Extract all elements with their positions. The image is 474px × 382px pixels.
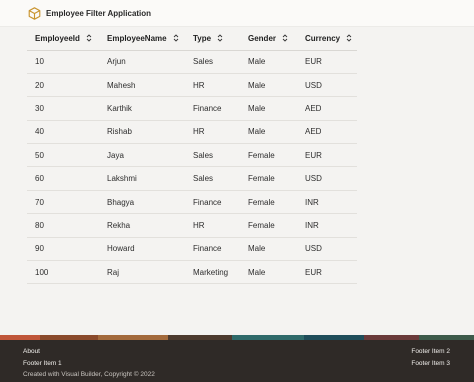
employee-table: EmployeeId EmployeeName Type Gender Curr… bbox=[27, 27, 357, 285]
cell-type: HR bbox=[185, 73, 240, 98]
cell-employee-id: 20 bbox=[27, 73, 99, 98]
sort-icon[interactable] bbox=[346, 34, 352, 42]
cell-employee-id: 80 bbox=[27, 213, 99, 238]
table-row[interactable]: 60 Lakshmi Sales Female USD bbox=[27, 166, 357, 191]
column-header-type[interactable]: Type bbox=[185, 27, 240, 51]
column-header-gender[interactable]: Gender bbox=[240, 27, 297, 51]
cell-gender: Female bbox=[240, 166, 297, 191]
cell-gender: Male bbox=[240, 96, 297, 121]
column-header-label: Currency bbox=[305, 33, 341, 43]
footer-link-item-3[interactable]: Footer Item 3 bbox=[411, 358, 450, 370]
cell-gender: Female bbox=[240, 143, 297, 168]
app-title: Employee Filter Application bbox=[46, 8, 152, 18]
table-row[interactable]: 90 Howard Finance Male USD bbox=[27, 237, 357, 262]
table-row[interactable]: 20 Mahesh HR Male USD bbox=[27, 73, 357, 98]
cell-employee-id: 30 bbox=[27, 96, 99, 121]
box-icon bbox=[28, 6, 41, 20]
cell-employee-id: 40 bbox=[27, 120, 99, 145]
cell-type: HR bbox=[185, 120, 240, 145]
sort-icon[interactable] bbox=[282, 34, 288, 42]
table-row[interactable]: 70 Bhagya Finance Female INR bbox=[27, 190, 357, 215]
cell-employee-id: 60 bbox=[27, 166, 99, 191]
cell-employee-name: Arjun bbox=[99, 50, 185, 74]
cell-currency: USD bbox=[297, 237, 357, 262]
cell-currency: EUR bbox=[297, 50, 357, 74]
sort-icon[interactable] bbox=[86, 34, 92, 42]
cell-type: Finance bbox=[185, 96, 240, 121]
footer-copyright: Created with Visual Builder, Copyright ©… bbox=[23, 371, 155, 378]
cell-gender: Male bbox=[240, 50, 297, 74]
cell-employee-name: Mahesh bbox=[99, 73, 185, 98]
cell-employee-name: Raj bbox=[99, 260, 185, 285]
column-header-employee-id[interactable]: EmployeeId bbox=[27, 27, 99, 51]
cell-employee-name: Lakshmi bbox=[99, 166, 185, 191]
footer-link-about[interactable]: About bbox=[23, 346, 155, 358]
table-row[interactable]: 50 Jaya Sales Female EUR bbox=[27, 143, 357, 168]
cell-type: Finance bbox=[185, 190, 240, 215]
table-row[interactable]: 30 Karthik Finance Male AED bbox=[27, 96, 357, 121]
column-header-label: EmployeeName bbox=[107, 33, 167, 43]
cell-gender: Male bbox=[240, 260, 297, 285]
footer-link-item-1[interactable]: Footer Item 1 bbox=[23, 358, 155, 370]
cell-gender: Female bbox=[240, 190, 297, 215]
cell-employee-name: Karthik bbox=[99, 96, 185, 121]
cell-currency: INR bbox=[297, 213, 357, 238]
cell-employee-id: 50 bbox=[27, 143, 99, 168]
sort-icon[interactable] bbox=[173, 34, 179, 42]
column-header-employee-name[interactable]: EmployeeName bbox=[99, 27, 185, 51]
cell-employee-name: Rekha bbox=[99, 213, 185, 238]
employee-table-container: EmployeeId EmployeeName Type Gender Curr… bbox=[27, 27, 357, 315]
cell-employee-name: Howard bbox=[99, 237, 185, 262]
cell-employee-id: 70 bbox=[27, 190, 99, 215]
cell-type: Finance bbox=[185, 237, 240, 262]
table-header-row: EmployeeId EmployeeName Type Gender Curr… bbox=[27, 27, 357, 51]
app-header: Employee Filter Application bbox=[0, 0, 474, 27]
table-row[interactable]: 10 Arjun Sales Male EUR bbox=[27, 50, 357, 74]
cell-type: Sales bbox=[185, 143, 240, 168]
cell-currency: AED bbox=[297, 120, 357, 145]
cell-gender: Male bbox=[240, 120, 297, 145]
cell-employee-name: Jaya bbox=[99, 143, 185, 168]
cell-type: HR bbox=[185, 213, 240, 238]
main-content: EmployeeId EmployeeName Type Gender Curr… bbox=[0, 27, 474, 335]
cell-currency: EUR bbox=[297, 260, 357, 285]
table-row[interactable]: 80 Rekha HR Female INR bbox=[27, 213, 357, 238]
cell-currency: USD bbox=[297, 73, 357, 98]
cell-gender: Male bbox=[240, 237, 297, 262]
footer-link-item-2[interactable]: Footer Item 2 bbox=[411, 346, 450, 358]
cell-gender: Female bbox=[240, 213, 297, 238]
cell-currency: EUR bbox=[297, 143, 357, 168]
cell-type: Sales bbox=[185, 50, 240, 74]
column-header-currency[interactable]: Currency bbox=[297, 27, 357, 51]
cell-employee-id: 100 bbox=[27, 260, 99, 285]
column-header-label: Gender bbox=[248, 33, 277, 43]
cell-employee-name: Bhagya bbox=[99, 190, 185, 215]
cell-employee-id: 90 bbox=[27, 237, 99, 262]
cell-employee-name: Rishab bbox=[99, 120, 185, 145]
cell-currency: INR bbox=[297, 190, 357, 215]
cell-type: Marketing bbox=[185, 260, 240, 285]
cell-currency: AED bbox=[297, 96, 357, 121]
column-header-label: EmployeeId bbox=[35, 33, 80, 43]
table-row[interactable]: 100 Raj Marketing Male EUR bbox=[27, 260, 357, 285]
table-row[interactable]: 40 Rishab HR Male AED bbox=[27, 120, 357, 145]
cell-gender: Male bbox=[240, 73, 297, 98]
sort-icon[interactable] bbox=[217, 34, 223, 42]
app-footer: About Footer Item 1 Created with Visual … bbox=[0, 340, 474, 382]
cell-employee-id: 10 bbox=[27, 50, 99, 74]
column-header-label: Type bbox=[193, 33, 212, 43]
cell-type: Sales bbox=[185, 166, 240, 191]
cell-currency: USD bbox=[297, 166, 357, 191]
